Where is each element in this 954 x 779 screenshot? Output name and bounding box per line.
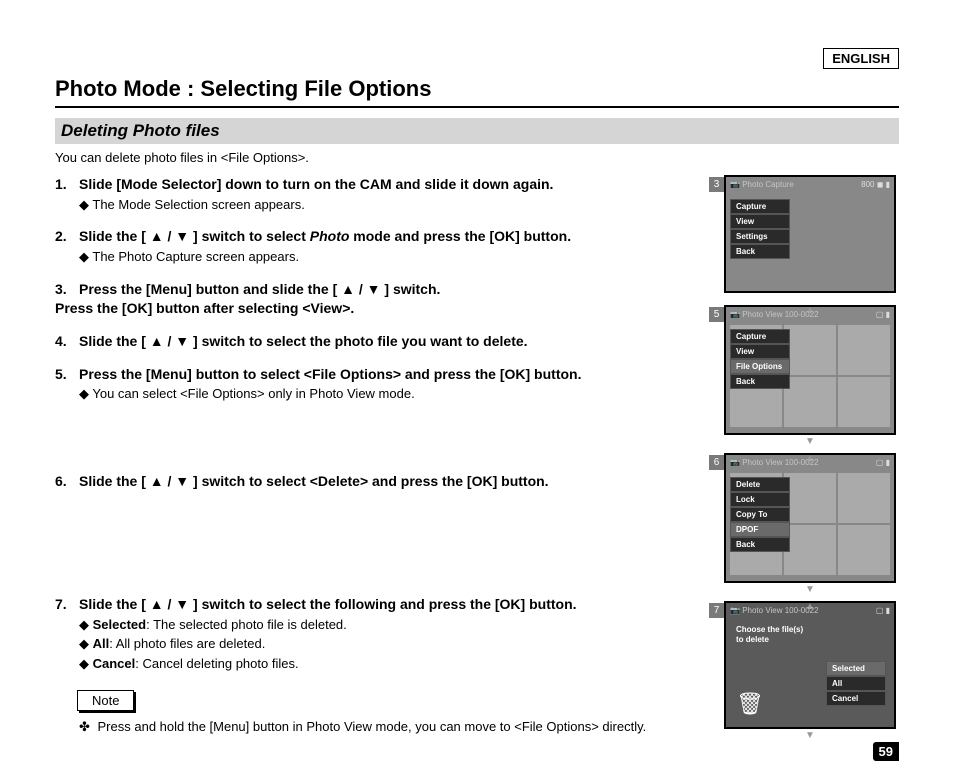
step-number: 4.	[55, 332, 79, 351]
menu-list: Capture View File Options Back	[730, 329, 790, 389]
step-text: Slide the [ ▲ / ▼ ] switch to select the…	[79, 333, 528, 349]
option-all[interactable]: All	[826, 676, 886, 691]
menu-item-capture[interactable]: Capture	[730, 199, 790, 214]
step-sub: Selected: The selected photo file is del…	[79, 616, 712, 634]
status-icons: ▢ ▮	[876, 458, 890, 467]
thumbnail[interactable]	[784, 325, 836, 375]
menu-list: Capture View Settings Back	[730, 199, 790, 259]
delete-prompt: Choose the file(s)to delete	[736, 625, 803, 646]
step-7: 7.Slide the [ ▲ / ▼ ] switch to select t…	[55, 595, 712, 673]
language-label: ENGLISH	[823, 48, 899, 69]
menu-item-file-options[interactable]: File Options	[730, 359, 790, 374]
trash-icon: 🗑	[736, 691, 764, 717]
step-text: Slide the [ ▲ / ▼ ] switch to select the…	[79, 596, 577, 612]
steps-column: 1.Slide [Mode Selector] down to turn on …	[55, 175, 712, 741]
note-row: Note Press and hold the [Menu] button in…	[55, 690, 712, 735]
step-text: Slide the [ ▲ / ▼ ] switch to select <De…	[79, 473, 549, 489]
step-number: 7.	[55, 595, 79, 614]
thumbnail[interactable]	[784, 377, 836, 427]
menu-item-dpof[interactable]: DPOF	[730, 522, 790, 537]
step-6: 6.Slide the [ ▲ / ▼ ] switch to select <…	[55, 472, 712, 491]
screens-column: 3 📷 Photo Capture 800 ◼ ▮ Capture View S…	[724, 175, 899, 741]
step-text: Press the [Menu] button to select <File …	[79, 366, 581, 382]
intro-text: You can delete photo files in <File Opti…	[55, 150, 899, 165]
screenshot-3: 3 📷 Photo Capture 800 ◼ ▮ Capture View S…	[724, 175, 896, 293]
screenshot-tag: 6	[709, 455, 724, 470]
menu-item-settings[interactable]: Settings	[730, 229, 790, 244]
screenshot-tag: 3	[709, 177, 724, 192]
menu-item-delete[interactable]: Delete	[730, 477, 790, 492]
arrow-down-icon: ▼	[805, 436, 815, 447]
step-number: 6.	[55, 472, 79, 491]
step-sub: Cancel: Cancel deleting photo files.	[79, 655, 712, 673]
screenshot-6: 6 ▲ 📷 Photo View 100-0022 ▢ ▮ Delete Loc…	[724, 453, 896, 583]
screenshot-tag: 7	[709, 603, 724, 618]
menu-item-view[interactable]: View	[730, 214, 790, 229]
page-number: 59	[873, 742, 899, 761]
thumbnail[interactable]	[838, 525, 890, 575]
step-number: 2.	[55, 227, 79, 246]
step-3: 3.Press the [Menu] button and slide the …	[55, 280, 712, 318]
step-number: 5.	[55, 365, 79, 384]
camera-icon: 📷 Photo View 100-0022	[730, 458, 819, 467]
menu-item-back[interactable]: Back	[730, 244, 790, 259]
thumbnail[interactable]	[838, 377, 890, 427]
menu-list: Delete Lock Copy To DPOF Back	[730, 477, 790, 552]
note-label: Note	[77, 690, 134, 711]
step-sub: All: All photo files are deleted.	[79, 635, 712, 653]
status-icons: 800 ◼ ▮	[861, 180, 890, 189]
note-text: Press and hold the [Menu] button in Phot…	[59, 719, 712, 735]
camera-icon: 📷 Photo View 100-0022	[730, 310, 819, 319]
screenshot-7: 7 ▲ 📷 Photo View 100-0022 ▢ ▮ Choose the…	[724, 601, 896, 729]
step-text: Slide [Mode Selector] down to turn on th…	[79, 176, 553, 192]
menu-item-capture[interactable]: Capture	[730, 329, 790, 344]
thumbnail[interactable]	[784, 473, 836, 523]
step-number: 1.	[55, 175, 79, 194]
thumbnail[interactable]	[838, 473, 890, 523]
arrow-down-icon: ▼	[805, 730, 815, 741]
menu-item-back[interactable]: Back	[730, 374, 790, 389]
step-5: 5.Press the [Menu] button to select <Fil…	[55, 365, 712, 403]
step-sub: The Mode Selection screen appears.	[79, 196, 712, 214]
step-2: 2.Slide the [ ▲ / ▼ ] switch to select P…	[55, 227, 712, 265]
status-icons: ▢ ▮	[876, 606, 890, 615]
screenshot-tag: 5	[709, 307, 724, 322]
status-icons: ▢ ▮	[876, 310, 890, 319]
step-4: 4.Slide the [ ▲ / ▼ ] switch to select t…	[55, 332, 712, 351]
step-number: 3.	[55, 280, 79, 299]
camera-icon: 📷 Photo Capture	[730, 180, 794, 189]
page-title: Photo Mode : Selecting File Options	[55, 76, 899, 108]
thumbnail[interactable]	[838, 325, 890, 375]
menu-item-back[interactable]: Back	[730, 537, 790, 552]
step-1: 1.Slide [Mode Selector] down to turn on …	[55, 175, 712, 213]
menu-item-copy-to[interactable]: Copy To	[730, 507, 790, 522]
thumbnail[interactable]	[784, 525, 836, 575]
option-cancel[interactable]: Cancel	[826, 691, 886, 706]
option-selected[interactable]: Selected	[826, 661, 886, 676]
menu-item-lock[interactable]: Lock	[730, 492, 790, 507]
step-text: Slide the [ ▲ / ▼ ] switch to select Pho…	[79, 228, 571, 244]
step-sub: The Photo Capture screen appears.	[79, 248, 712, 266]
camera-icon: 📷 Photo View 100-0022	[730, 606, 819, 615]
section-heading: Deleting Photo files	[55, 118, 899, 144]
step-text: Press the [Menu] button and slide the [ …	[55, 281, 440, 316]
delete-options: Selected All Cancel	[826, 661, 886, 706]
step-sub: You can select <File Options> only in Ph…	[79, 385, 712, 403]
arrow-down-icon: ▼	[805, 584, 815, 595]
screenshot-5: 5 ▲ 📷 Photo View 100-0022 ▢ ▮ Capture Vi…	[724, 305, 896, 435]
menu-item-view[interactable]: View	[730, 344, 790, 359]
